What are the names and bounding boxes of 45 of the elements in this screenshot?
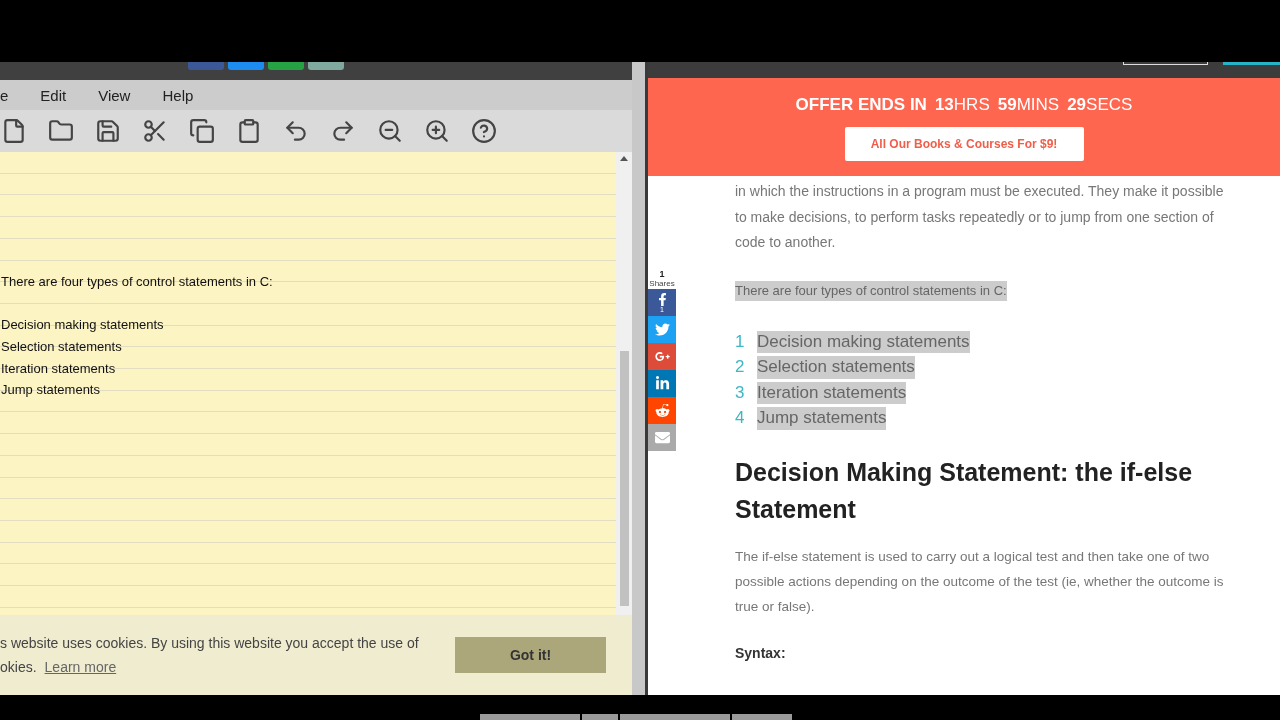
menu-item[interactable]: Help xyxy=(146,86,210,104)
highlighted-text: There are four types of control statements in C: xyxy=(735,280,1007,301)
scrollbar[interactable] xyxy=(616,152,632,615)
countdown-value: 29SECS xyxy=(1067,95,1133,115)
share-button[interactable] xyxy=(648,397,676,424)
countdown-value: 59MINS xyxy=(997,95,1060,115)
paragraph: The if-else statement is used to carry out a logical test and then take one of two possible actions depending on the outcome of the test (ie, whether the outcome is true or false). xyxy=(735,547,1225,617)
section-heading: Decision Making Statement: the if-else Statement xyxy=(735,456,1194,525)
menu-item[interactable]: Edit xyxy=(24,86,83,104)
menu-item[interactable]: e xyxy=(0,86,25,104)
share-button[interactable] xyxy=(648,370,676,397)
countdown-value: 13HRS xyxy=(934,95,990,115)
menu-item[interactable]: View xyxy=(82,86,147,104)
got-it-button[interactable]: Got it! xyxy=(455,637,606,673)
email-icon xyxy=(654,430,670,445)
text-line: Selection statements xyxy=(0,338,123,357)
learn-more-link[interactable]: Learn more xyxy=(44,658,117,676)
list-number: 2 xyxy=(735,357,745,378)
copy-icon[interactable] xyxy=(187,116,217,146)
share-count: 1 xyxy=(659,270,665,279)
shares-label: Shares xyxy=(649,279,675,288)
list-number: 1 xyxy=(735,331,745,352)
syntax-label: Syntax: xyxy=(735,645,787,662)
cookie-text: okies. xyxy=(0,658,37,676)
googleplus-icon xyxy=(654,349,670,364)
twitter-icon xyxy=(654,322,670,337)
text-line: Jump statements xyxy=(0,381,101,400)
linkedin-icon xyxy=(654,376,670,391)
list-item-text: Jump statements xyxy=(757,407,887,430)
list-number: 4 xyxy=(735,408,745,429)
list-item-text: Decision making statements xyxy=(757,330,970,353)
list-item-text: Selection statements xyxy=(757,356,915,379)
share-button[interactable] xyxy=(648,316,676,343)
help-icon[interactable] xyxy=(469,116,499,146)
cookie-text: s website uses cookies. By using this website you accept the use of xyxy=(0,634,419,652)
offer-label: OFFER ENDS IN xyxy=(795,95,927,115)
reddit-icon xyxy=(654,403,670,418)
paragraph: in which the instructions in a program must be executed. They make it possible to make decisions, to perform tasks repeatedly or to jump from one section of code to another. xyxy=(735,182,1225,252)
editor-text-area[interactable]: There are four types of control statements in C: Decision making statements Selection statements Iteration statements Jump statements xyxy=(0,152,616,615)
list-item-text: Iteration statements xyxy=(757,381,907,404)
share-button[interactable] xyxy=(648,343,676,370)
text-line: There are four types of control statements in C: xyxy=(0,273,274,291)
text-line: Decision making statements xyxy=(0,316,165,335)
list-number: 3 xyxy=(735,382,745,403)
text-line: Iteration statements xyxy=(0,359,117,378)
